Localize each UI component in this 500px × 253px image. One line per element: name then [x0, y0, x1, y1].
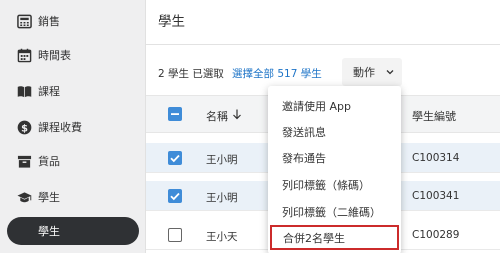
- sidebar-item-students[interactable]: 學生: [0, 182, 146, 212]
- menu-item-publish-notice[interactable]: 發布通告: [268, 145, 401, 170]
- archive-box-icon: [16, 153, 32, 169]
- sidebar-item-goods[interactable]: 貨品: [0, 146, 146, 176]
- menu-item-print-qr-labels[interactable]: 列印標籤（二維碼）: [268, 199, 401, 224]
- sidebar-item-label: 課程: [38, 85, 60, 98]
- sort-arrow-down-icon[interactable]: [232, 109, 242, 120]
- actions-button-label: 動作: [353, 66, 375, 79]
- select-all-link[interactable]: 選擇全部 517 學生: [232, 66, 322, 81]
- sidebar-item-label: 學生: [38, 225, 60, 238]
- sidebar-item-students-active[interactable]: 學生: [7, 217, 139, 245]
- actions-dropdown-menu: 邀請使用 App 發送訊息 發布通告 列印標籤（條碼） 列印標籤（二維碼） 合併…: [268, 86, 401, 253]
- chevron-down-icon: [386, 68, 394, 76]
- menu-item-invite-app[interactable]: 邀請使用 App: [268, 93, 401, 118]
- student-name: 王小明: [206, 154, 238, 166]
- graduation-cap-icon: [16, 189, 32, 205]
- sidebar: 銷售 時間表 課程 $ 課程收費 貨品 學生 學生: [0, 0, 146, 253]
- page-title: 學生: [158, 14, 185, 30]
- sidebar-item-label: 銷售: [38, 15, 60, 28]
- column-header-student-id[interactable]: 學生編號: [412, 108, 456, 124]
- row-checkbox[interactable]: [168, 228, 182, 242]
- student-name: 王小天: [206, 231, 238, 243]
- book-icon: [16, 83, 32, 99]
- sidebar-item-label: 時間表: [38, 49, 71, 62]
- sidebar-item-label: 課程收費: [38, 121, 82, 134]
- sidebar-item-sales[interactable]: 銷售: [0, 6, 146, 36]
- student-name: 王小明: [206, 192, 238, 204]
- menu-item-send-message[interactable]: 發送訊息: [268, 119, 401, 144]
- sidebar-item-courses[interactable]: 課程: [0, 76, 146, 106]
- column-header-name[interactable]: 名稱: [206, 108, 228, 124]
- sidebar-item-label: 學生: [38, 191, 60, 204]
- student-id: C100341: [412, 190, 460, 202]
- selection-count: 2 學生 已選取: [158, 68, 224, 80]
- header-divider: [146, 44, 500, 45]
- menu-item-merge-students[interactable]: 合併2名學生: [270, 225, 399, 250]
- menu-item-print-barcode-labels[interactable]: 列印標籤（條碼）: [268, 172, 401, 197]
- select-all-checkbox[interactable]: [168, 107, 182, 121]
- actions-button[interactable]: 動作: [342, 58, 402, 86]
- row-checkbox[interactable]: [168, 189, 182, 203]
- row-checkbox[interactable]: [168, 151, 182, 165]
- student-id: C100314: [412, 152, 460, 164]
- svg-text:$: $: [21, 123, 28, 134]
- sidebar-item-label: 貨品: [38, 155, 60, 168]
- register-icon: [16, 13, 32, 29]
- calendar-icon: [16, 47, 32, 63]
- sidebar-item-schedule[interactable]: 時間表: [0, 40, 146, 70]
- sidebar-item-course-fees[interactable]: $ 課程收費: [0, 112, 146, 142]
- dollar-icon: $: [16, 119, 32, 135]
- student-id: C100289: [412, 229, 460, 241]
